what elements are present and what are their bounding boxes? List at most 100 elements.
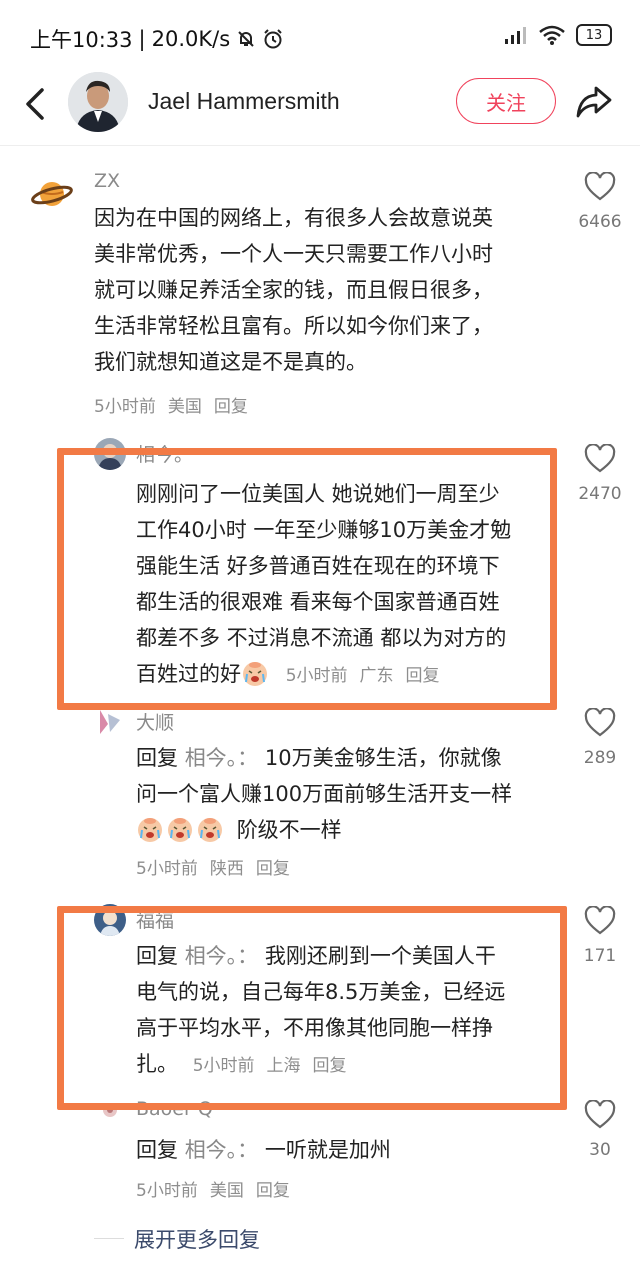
comment-meta: 5小时前 广东 回复 [286, 666, 452, 686]
reply-button[interactable]: 回复 [256, 1181, 290, 1201]
comment-line: 扎。 [136, 1052, 178, 1076]
comment-line: 一听就是加州 [264, 1138, 391, 1162]
comment-last-line: 扎。 5小时前 上海 回复 [136, 1046, 556, 1084]
comment-line: 就可以赚足养活全家的钱，而且假日很多， [94, 278, 493, 302]
avatar[interactable] [94, 904, 126, 936]
comment-meta: 5小时前 美国 回复 [136, 1176, 302, 1201]
comment-author[interactable]: Baoer Q [136, 1098, 213, 1120]
reply-button[interactable]: 回复 [256, 859, 290, 879]
comment-time: 5小时前 [285, 666, 348, 686]
status-right: 13 [504, 24, 612, 46]
like-button[interactable]: 2470 [570, 443, 630, 504]
avatar[interactable] [94, 1100, 126, 1120]
mute-bell-icon [238, 31, 254, 47]
comment-location: 美国 [209, 1181, 244, 1201]
wifi-icon [539, 25, 565, 45]
avatar[interactable] [94, 438, 126, 470]
comment-location: 陕西 [209, 859, 244, 879]
reply-target[interactable]: 相今。： [185, 944, 259, 968]
comment-text: 因为在中国的网络上，有很多人会故意说英 美非常优秀，一个人一天只需要工作八小时 … [94, 200, 574, 380]
comment-line: 问一个富人赚100万面前够生活开支一样 [136, 782, 513, 806]
crying-emoji-icon [168, 818, 192, 842]
reply-button[interactable]: 回复 [313, 1056, 347, 1076]
comment-location: 上海 [266, 1056, 301, 1076]
comment-line: 阶级不一样 [236, 818, 342, 842]
comment-line: 强能生活 好多普通百姓在现在的环境下 [136, 554, 500, 578]
like-count: 171 [583, 946, 617, 966]
profile-name[interactable]: Jael Hammersmith [148, 88, 340, 115]
divider [94, 1238, 124, 1239]
reply-prefix: 回复 [136, 944, 178, 968]
comment-text: 回复 相今。： 我刚还刷到一个美国人干 电气的说，自己每年8.5万美金，已经远 … [136, 938, 556, 1084]
like-button[interactable]: 30 [570, 1099, 630, 1160]
comment-emoji-line: 阶级不一样 [136, 812, 556, 848]
comment-first-line: 回复 相今。： 一听就是加州 [136, 1132, 556, 1168]
comment-author[interactable]: 大顺 [136, 708, 174, 735]
comment-first-line: 回复 相今。： 我刚还刷到一个美国人干 [136, 938, 556, 974]
comment-location: 美国 [167, 397, 202, 417]
comment-line: 我刚还刷到一个美国人干 [264, 944, 496, 968]
like-count: 30 [589, 1140, 611, 1160]
like-button[interactable]: 171 [570, 905, 630, 966]
status-time: 上午10:33 [30, 28, 133, 52]
comment-author[interactable]: 相今。 [136, 440, 193, 467]
comment-first-line: 回复 相今。： 10万美金够生活，你就像 [136, 740, 556, 776]
heart-icon [584, 905, 616, 935]
comment-line: 工作40小时 一年至少赚够10万美金才勉 [136, 518, 512, 542]
avatar[interactable] [30, 172, 74, 216]
comment-line: 都差不多 不过消息不流通 都以为对方的 [136, 626, 507, 650]
header: Jael Hammersmith 关注 [0, 70, 640, 146]
crying-emoji-icon [138, 818, 162, 842]
comment-line: 百姓过的好 [136, 662, 241, 686]
comment-meta: 5小时前 陕西 回复 [136, 854, 302, 879]
comment-meta: 5小时前 美国 回复 [94, 392, 260, 417]
reply-prefix: 回复 [136, 1138, 178, 1162]
crying-emoji-icon [243, 662, 267, 686]
comment-time: 5小时前 [192, 1056, 255, 1076]
avatar[interactable] [94, 706, 126, 738]
like-count: 289 [583, 748, 617, 768]
alarm-icon [264, 29, 282, 49]
comment-line: 我们就想知道这是不是真的。 [94, 350, 367, 374]
comment-text: 回复 相今。： 10万美金够生活，你就像 问一个富人赚100万面前够生活开支一样… [136, 740, 556, 848]
comment-line: 高于平均水平，不用像其他同胞一样挣 [136, 1016, 493, 1040]
expand-more-replies-button[interactable]: 展开更多回复 [134, 1224, 260, 1254]
comment-text: 回复 相今。： 一听就是加州 [136, 1132, 556, 1168]
status-speed: 20.0K/s [151, 27, 231, 51]
reply-button[interactable]: 回复 [406, 666, 440, 686]
comment-line: 都生活的很艰难 看来每个国家普通百姓 [136, 590, 500, 614]
heart-icon [584, 171, 616, 201]
signal-icon [505, 27, 526, 44]
crying-emoji-icon [198, 818, 222, 842]
planet-icon [31, 182, 73, 206]
comment-time: 5小时前 [136, 1181, 198, 1201]
battery-level: 13 [585, 27, 603, 43]
comment-last-line: 百姓过的好 5小时前 广东 回复 [136, 656, 556, 694]
heart-icon [584, 1099, 616, 1129]
reply-target[interactable]: 相今。： [185, 1138, 259, 1162]
comment-time: 5小时前 [94, 397, 156, 417]
follow-button[interactable]: 关注 [456, 78, 556, 124]
status-separator: | [138, 27, 146, 51]
back-arrow-icon[interactable] [18, 84, 54, 124]
share-icon[interactable] [574, 82, 614, 122]
comment-author[interactable]: 福福 [136, 906, 174, 933]
comment-line: 10万美金够生活，你就像 [264, 746, 502, 770]
battery-icon: 13 [576, 24, 612, 46]
heart-icon [584, 707, 616, 737]
avatar[interactable] [68, 72, 128, 132]
comment-line: 因为在中国的网络上，有很多人会故意说英 [94, 206, 493, 230]
like-button[interactable]: 6466 [570, 171, 630, 232]
comment-line: 美非常优秀，一个人一天只需要工作八小时 [94, 242, 493, 266]
reply-button[interactable]: 回复 [214, 397, 248, 417]
comment-line: 电气的说，自己每年8.5万美金，已经远 [136, 980, 506, 1004]
like-button[interactable]: 289 [570, 707, 630, 768]
status-bar: 上午10:33 | 20.0K/s 13 [0, 0, 640, 70]
reply-target[interactable]: 相今。： [185, 746, 259, 770]
comment-text: 刚刚问了一位美国人 她说她们一周至少 工作40小时 一年至少赚够10万美金才勉 … [136, 476, 556, 694]
comment-location: 广东 [359, 666, 394, 686]
status-left: 上午10:33 | 20.0K/s [30, 24, 284, 54]
heart-icon [584, 443, 616, 473]
comment-author[interactable]: ZX [94, 170, 120, 192]
like-count: 6466 [578, 212, 622, 232]
